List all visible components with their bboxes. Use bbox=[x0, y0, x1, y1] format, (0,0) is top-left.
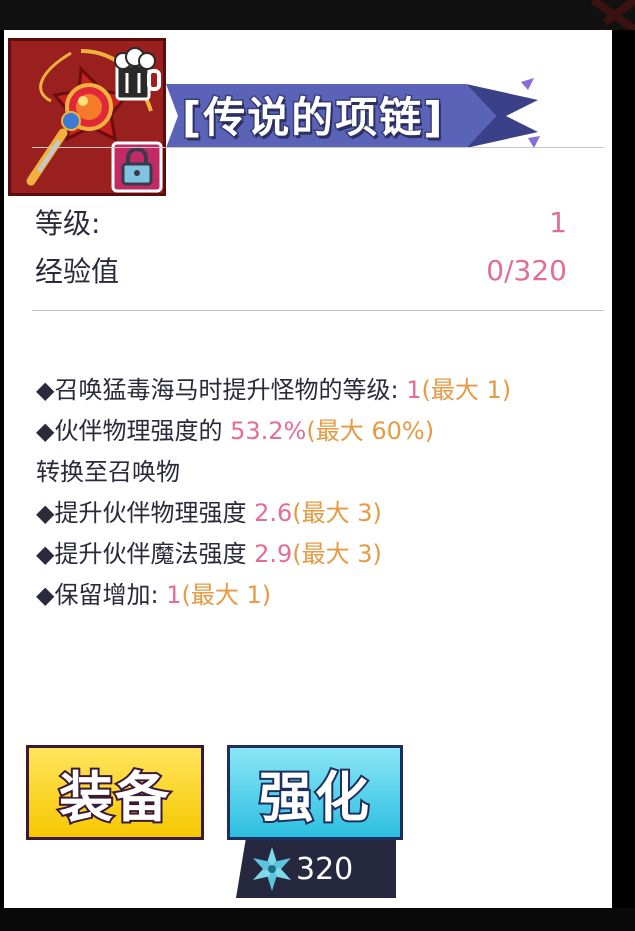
equip-button-label: 装备 bbox=[57, 764, 171, 831]
enhance-button-label: 强化 bbox=[257, 764, 371, 831]
level-label: 等级: bbox=[35, 207, 101, 240]
effect-value: 1 bbox=[166, 581, 182, 609]
equip-button[interactable]: 装备 bbox=[26, 745, 204, 840]
effect-magic-strength: ◆提升伙伴魔法强度 2.9(最大 3) bbox=[36, 540, 382, 568]
effect-physical-strength: ◆提升伙伴物理强度 2.6(最大 3) bbox=[36, 499, 382, 527]
effect-max: (最大 1) bbox=[421, 376, 512, 404]
enhance-cost-value: 320 bbox=[296, 852, 354, 887]
divider-middle bbox=[32, 310, 604, 311]
effect-value: 2.9 bbox=[254, 540, 293, 568]
effect-value: 53.2% bbox=[230, 417, 307, 445]
effect-max: (最大 3) bbox=[292, 499, 382, 527]
level-value: 1 bbox=[549, 206, 567, 239]
exp-label: 经验值 bbox=[35, 255, 120, 288]
effect-retain-increase: ◆保留增加: 1(最大 1) bbox=[36, 581, 272, 609]
lock-icon[interactable] bbox=[111, 141, 163, 193]
item-title: [传说的项链] bbox=[180, 92, 445, 144]
effect-value: 1 bbox=[406, 376, 422, 404]
exp-value: 0/320 bbox=[486, 254, 567, 287]
enhance-button[interactable]: 强化 bbox=[227, 745, 403, 840]
effects-list: ◆召唤猛毒海马时提升怪物的等级: 1(最大 1) ◆伙伴物理强度的 53.2%(… bbox=[36, 370, 602, 616]
effect-physical-conversion: ◆伙伴物理强度的 53.2%(最大 60%) bbox=[36, 417, 435, 445]
effect-max: (最大 60%) bbox=[306, 417, 435, 445]
effect-max: (最大 3) bbox=[292, 540, 382, 568]
effect-physical-conversion-tail: 转换至召唤物 bbox=[36, 458, 180, 486]
effect-summon-level: ◆召唤猛毒海马时提升怪物的等级: 1(最大 1) bbox=[36, 376, 512, 404]
bottom-background-strip bbox=[0, 908, 635, 931]
effect-max: (最大 1) bbox=[181, 581, 272, 609]
top-background-strip bbox=[0, 0, 635, 30]
effect-value: 2.6 bbox=[254, 499, 293, 527]
divider-top bbox=[32, 147, 604, 148]
cup-icon bbox=[114, 47, 161, 101]
crystal-icon bbox=[252, 847, 292, 891]
item-icon-frame[interactable] bbox=[8, 38, 166, 196]
corner-decoration-icon bbox=[590, 0, 635, 30]
